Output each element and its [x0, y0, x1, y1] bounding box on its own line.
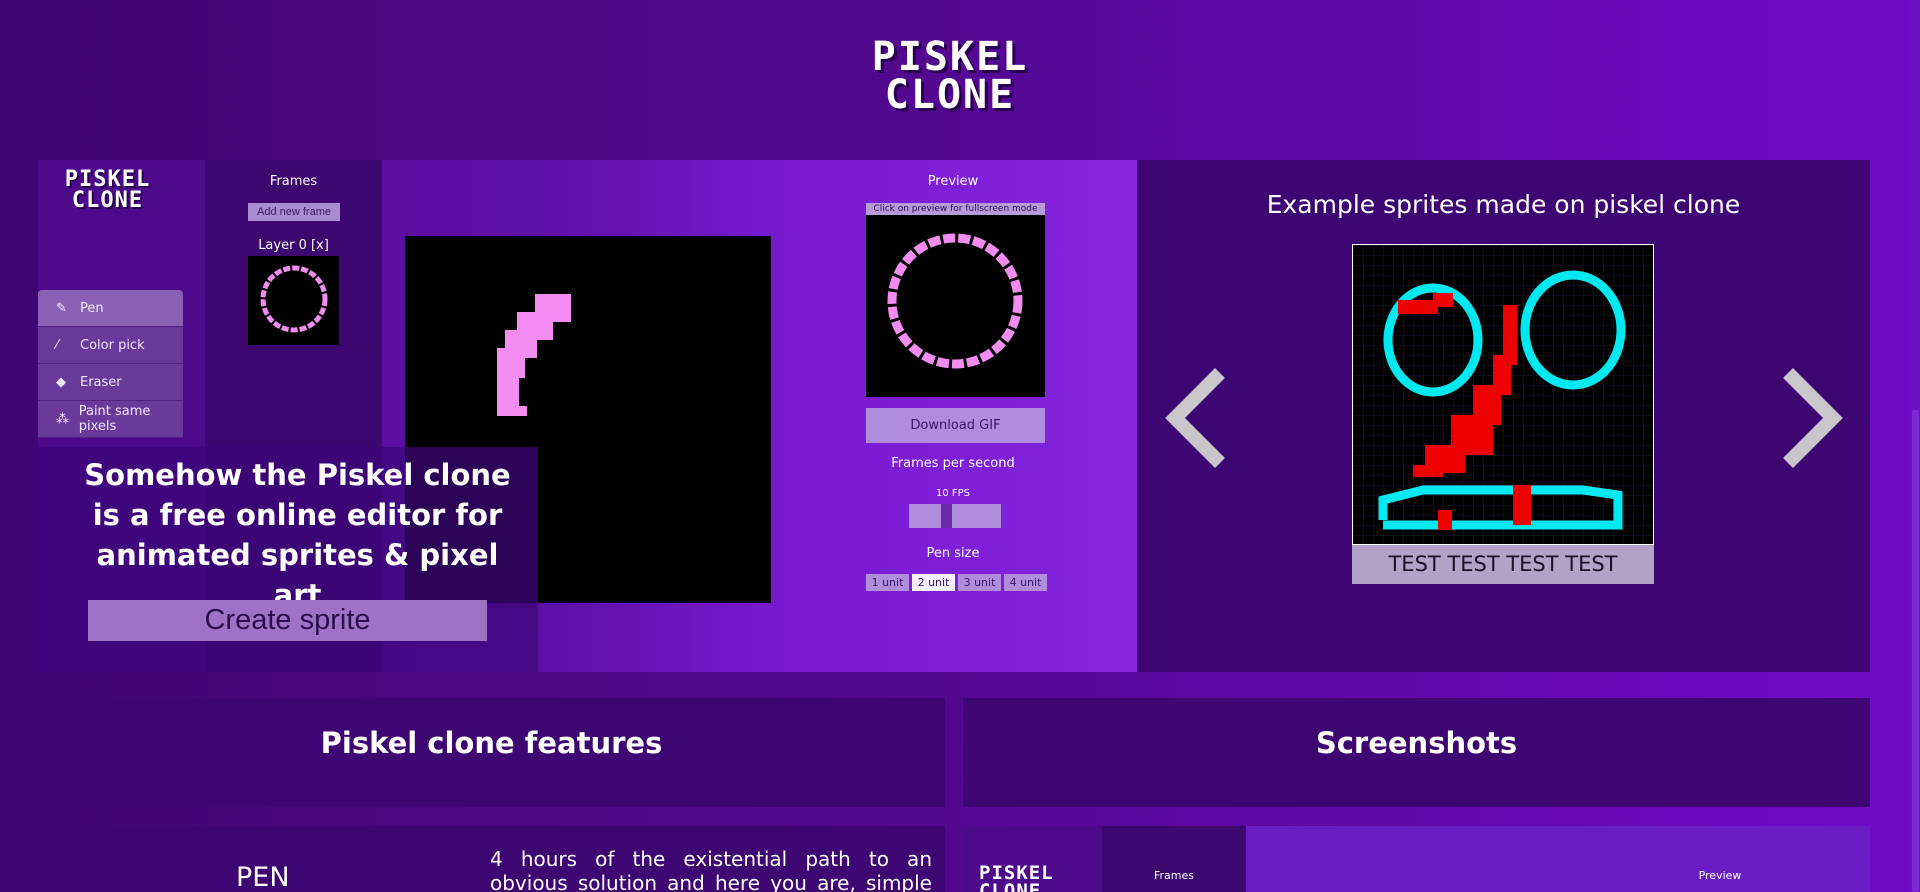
tool-paint-same-label: Paint same pixels	[78, 404, 151, 434]
sprite-caption: TEST TEST TEST TEST	[1352, 545, 1654, 584]
download-gif-button[interactable]: Download GIF	[866, 408, 1045, 443]
eraser-icon: ◆	[56, 374, 66, 390]
fps-title: Frames per second	[891, 456, 1015, 471]
screenshot-frames-panel	[1102, 826, 1246, 892]
create-sprite-button[interactable]: Create sprite	[88, 600, 487, 641]
screenshots-title: Screenshots	[1315, 726, 1518, 760]
carousel-next-icon[interactable]	[1778, 368, 1848, 468]
preview-hint: Click on preview for fullscreen mode	[866, 203, 1045, 215]
pen-size-4[interactable]: 4 unit	[1004, 574, 1047, 591]
pen-size-3[interactable]: 3 unit	[958, 574, 1001, 591]
pen-size-title: Pen size	[926, 546, 980, 561]
preview-art	[887, 233, 1023, 369]
carousel-prev-icon[interactable]	[1160, 368, 1230, 468]
pen-size-options: 1 unit 2 unit 3 unit 4 unit	[866, 574, 1047, 591]
logo-line-1: PISKEL	[871, 34, 1029, 80]
fps-value: 10 FPS	[935, 488, 971, 499]
site-logo[interactable]: PISKEL CLONE	[860, 34, 1040, 118]
frame-thumbnail-art	[260, 265, 328, 333]
tool-color-pick[interactable]: ⁄ Color pick	[38, 327, 183, 364]
tool-color-pick-label: Color pick	[80, 337, 145, 353]
fps-slider-handle[interactable]	[941, 504, 952, 528]
features-title: Piskel clone features	[320, 726, 663, 760]
screenshot-preview-label: Preview	[1698, 869, 1742, 882]
hero-line-1: Somehow the Piskel clone	[84, 458, 511, 492]
feature-pen-description: 4 hours of the existential path to an ob…	[490, 847, 932, 892]
screenshot-frames-label: Frames	[1153, 869, 1194, 882]
tool-pen-label: Pen	[80, 300, 104, 316]
screenshot-logo: PISKEL CLONE	[979, 863, 1054, 892]
frame-thumbnail[interactable]	[248, 256, 339, 345]
fps-slider[interactable]	[909, 504, 1001, 528]
animation-preview[interactable]	[866, 215, 1045, 397]
tool-paint-same[interactable]: ⁂ Paint same pixels	[38, 401, 183, 438]
scrollbar-thumb[interactable]	[1912, 410, 1919, 892]
hero-line-2: is a free online editor for	[92, 498, 503, 532]
tool-pen[interactable]: ✎ Pen	[38, 290, 183, 327]
eyedropper-icon: ⁄	[56, 337, 59, 353]
editor-logo-line-2: CLONE	[71, 187, 144, 213]
add-frame-button[interactable]: Add new frame	[248, 203, 340, 221]
layer-label[interactable]: Layer 0 [x]	[205, 238, 382, 253]
pen-icon: ✎	[56, 300, 67, 316]
feature-pen-label: PEN	[236, 862, 290, 892]
pen-size-1[interactable]: 1 unit	[866, 574, 909, 591]
tool-list: ✎ Pen ⁄ Color pick ◆ Eraser ⁂ Paint same pix…	[38, 290, 183, 438]
example-sprite[interactable]	[1352, 244, 1654, 545]
logo-line-2: CLONE	[884, 72, 1016, 118]
paint-same-icon: ⁂	[56, 411, 69, 427]
tool-eraser-label: Eraser	[80, 374, 122, 390]
page-scrollbar[interactable]	[1911, 0, 1920, 892]
pen-size-2[interactable]: 2 unit	[912, 574, 955, 591]
frames-title: Frames	[269, 174, 318, 189]
tool-eraser[interactable]: ◆ Eraser	[38, 364, 183, 401]
preview-title: Preview	[927, 174, 979, 189]
editor-logo: PISKEL CLONE	[50, 169, 165, 213]
examples-title: Example sprites made on piskel clone	[1266, 190, 1741, 219]
example-sprite-art	[1353, 245, 1653, 544]
hero-headline: Somehow the Piskel clone is a free onlin…	[80, 455, 515, 615]
